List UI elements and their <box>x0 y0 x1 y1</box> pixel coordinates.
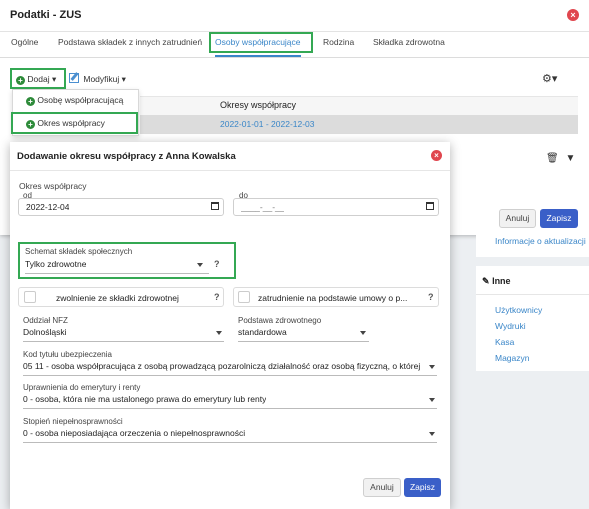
podstawa-value: standardowa <box>238 327 287 337</box>
schemat-select[interactable]: Tylko zdrowotne <box>25 256 209 274</box>
zwolnienie-checkbox[interactable] <box>24 291 36 303</box>
podstawa-select[interactable]: standardowa <box>238 324 369 342</box>
niepeln-select[interactable]: 0 - osoba nieposiadająca orzeczenia o ni… <box>23 425 437 443</box>
caret-down-icon: ▾ <box>121 74 126 84</box>
calendar-icon[interactable] <box>426 202 434 210</box>
wrench-icon: ✎ <box>482 276 490 286</box>
caret-down-icon <box>360 331 366 335</box>
menu-item-highlight <box>11 112 138 134</box>
date-from-value: 2022-12-04 <box>26 202 70 212</box>
filter-icon[interactable]: ▼ <box>565 153 575 164</box>
save-button[interactable]: Zapisz <box>540 209 578 228</box>
zatrudnienie-label: zatrudnienie na podstawie umowy o p... <box>258 293 408 303</box>
caret-down-icon <box>429 432 435 436</box>
schemat-label: Schemat składek społecznych <box>25 247 133 256</box>
side-panel-header: ✎ Inne <box>482 276 511 287</box>
zatrudnienie-checkbox[interactable] <box>238 291 250 303</box>
link-magazyn[interactable]: Magazyn <box>495 353 530 363</box>
caret-down-icon <box>429 365 435 369</box>
menu-item-osobe[interactable]: + Osobę współpracującą <box>26 95 123 106</box>
tab-podstawa-skladek[interactable]: Podstawa składek z innych zatrudnień <box>58 32 202 57</box>
tab-ogolne[interactable]: Ogólne <box>11 32 38 57</box>
help-icon[interactable]: ? <box>428 292 434 302</box>
add-button-highlight <box>10 68 66 89</box>
kod-value: 05 11 - osoba współpracująca z osobą pro… <box>23 361 421 371</box>
divider <box>10 170 450 171</box>
table-row[interactable] <box>140 115 578 134</box>
calendar-icon[interactable] <box>211 202 219 210</box>
divider <box>476 294 589 295</box>
cancel-button[interactable]: Anuluj <box>499 209 536 228</box>
help-icon[interactable]: ? <box>214 259 220 269</box>
side-panel-inne: ✎ Inne Użytkownicy Wydruki Kasa Magazyn <box>476 266 589 371</box>
tab-skladka-zdrowotna[interactable]: Składka zdrowotna <box>373 32 445 57</box>
row-actions: 🗑 ▼ <box>546 153 575 164</box>
link-kasa[interactable]: Kasa <box>495 337 514 347</box>
trash-icon[interactable]: 🗑 <box>546 153 559 164</box>
table-header <box>140 96 578 115</box>
close-icon[interactable]: × <box>431 150 442 161</box>
plus-circle-icon: + <box>26 97 35 106</box>
side-info-panel: Informacje o aktualizacji <box>476 235 589 257</box>
nfz-value: Dolnośląski <box>23 327 67 337</box>
modify-button-label: Modyfikuj <box>83 74 120 84</box>
modify-button[interactable]: Modyfikuj ▾ <box>69 72 126 87</box>
emeryt-value: 0 - osoba, która nie ma ustalonego prawa… <box>23 394 267 404</box>
schemat-value: Tylko zdrowotne <box>25 259 87 269</box>
tab-rodzina[interactable]: Rodzina <box>323 32 354 57</box>
column-header-okresy: Okresy współpracy <box>220 100 297 110</box>
period-label: Okres współpracy <box>19 181 87 191</box>
menu-item-label: Osobę współpracującą <box>37 95 124 105</box>
table-cell-period[interactable]: 2022-01-01 - 2022-12-03 <box>220 119 315 129</box>
help-icon[interactable]: ? <box>214 292 220 302</box>
emeryt-select[interactable]: 0 - osoba, która nie ma ustalonego prawa… <box>23 391 437 409</box>
dialog-cancel-button[interactable]: Anuluj <box>363 478 401 497</box>
kod-select[interactable]: 05 11 - osoba współpracująca z osobą pro… <box>23 358 437 376</box>
date-from-input[interactable]: 2022-12-04 <box>18 198 224 216</box>
side-panel-title: Inne <box>492 276 511 286</box>
zwolnienie-label: zwolnienie ze składki zdrowotnej <box>56 293 179 303</box>
link-uzytkownicy[interactable]: Użytkownicy <box>495 305 542 315</box>
nfz-select[interactable]: Dolnośląski <box>23 324 224 342</box>
dialog-save-button[interactable]: Zapisz <box>404 478 441 497</box>
date-to-placeholder: ____-__-__ <box>241 202 285 212</box>
tab-highlight <box>209 32 313 53</box>
caret-down-icon <box>429 398 435 402</box>
info-link[interactable]: Informacje o aktualizacji <box>495 236 586 246</box>
gear-icon[interactable]: ⚙▾ <box>542 72 557 85</box>
date-to-input[interactable]: ____-__-__ <box>233 198 439 216</box>
dialog-title: Dodawanie okresu współpracy z Anna Kowal… <box>17 151 236 162</box>
niepeln-value: 0 - osoba nieposiadająca orzeczenia o ni… <box>23 428 246 438</box>
edit-icon <box>69 73 79 83</box>
caret-down-icon <box>216 331 222 335</box>
link-wydruki[interactable]: Wydruki <box>495 321 526 331</box>
close-icon[interactable]: × <box>567 9 579 21</box>
caret-down-icon <box>197 263 203 267</box>
modal-title: Podatki - ZUS <box>10 9 82 21</box>
add-period-dialog: Dodawanie okresu współpracy z Anna Kowal… <box>10 142 450 509</box>
